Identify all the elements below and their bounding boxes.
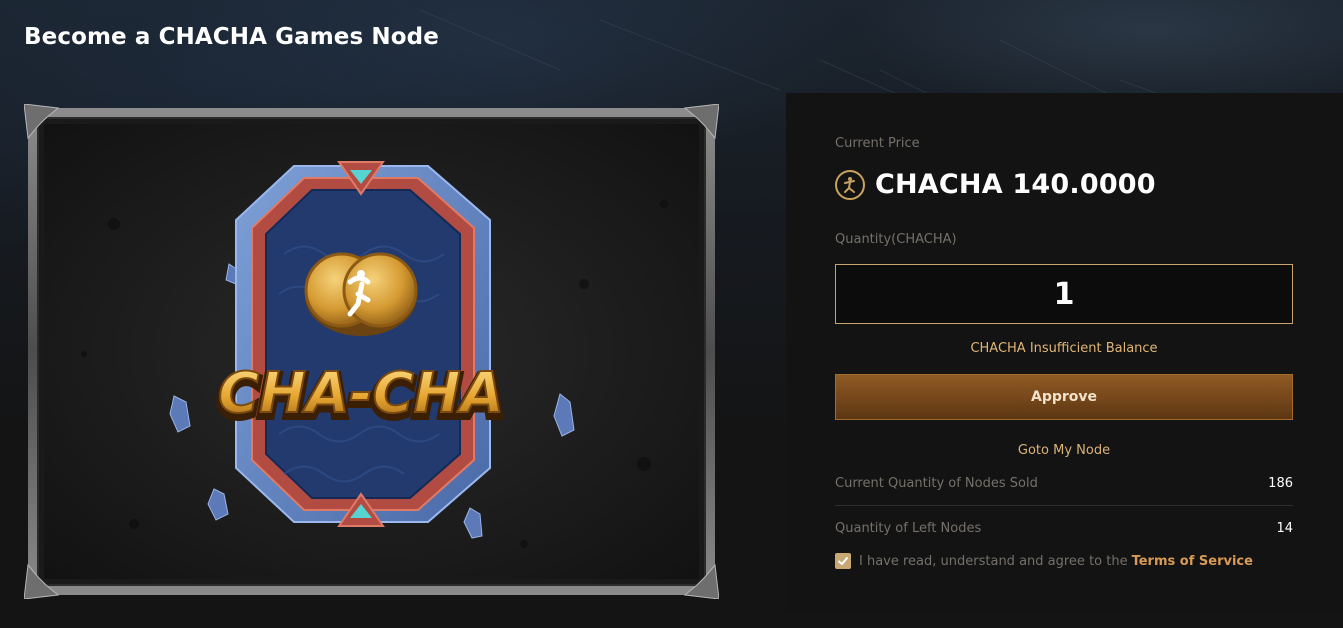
terms-of-service-link[interactable]: Terms of Service: [1132, 554, 1253, 569]
logo-text: CHA-CHA: [218, 361, 504, 426]
node-artwork: CHA-CHA CHA-CHA: [24, 104, 719, 599]
insufficient-balance-warning: CHACHA Insufficient Balance: [970, 341, 1158, 356]
quantity-input[interactable]: [836, 264, 1292, 324]
nodes-sold-label: Current Quantity of Nodes Sold: [835, 476, 1038, 491]
nodes-sold-row: Current Quantity of Nodes Sold 186: [835, 476, 1293, 491]
price-row: CHACHA 140.0000: [835, 169, 1156, 200]
nodes-left-value: 14: [1276, 521, 1293, 536]
quantity-field[interactable]: [835, 264, 1293, 324]
purchase-panel: Current Price CHACHA 140.0000 Quantity(C…: [786, 93, 1343, 613]
agree-checkbox[interactable]: [835, 553, 851, 569]
stats-divider: [835, 505, 1293, 506]
chacha-card-illustration: CHA-CHA CHA-CHA: [24, 104, 719, 599]
current-price: CHACHA 140.0000: [875, 169, 1156, 200]
chacha-coin-icon: [835, 169, 865, 200]
current-price-label: Current Price: [835, 136, 920, 151]
checkmark-icon: [838, 557, 848, 565]
goto-my-node-link[interactable]: Goto My Node: [835, 443, 1293, 458]
nodes-sold-value: 186: [1268, 476, 1293, 491]
page-title: Become a CHACHA Games Node: [24, 24, 439, 50]
quantity-label: Quantity(CHACHA): [835, 232, 957, 247]
terms-agreement: I have read, understand and agree to the…: [835, 553, 1253, 569]
nodes-left-row: Quantity of Left Nodes 14: [835, 521, 1293, 536]
agreement-text: I have read, understand and agree to the: [859, 553, 1128, 569]
nodes-left-label: Quantity of Left Nodes: [835, 521, 982, 536]
approve-button[interactable]: Approve: [835, 374, 1293, 420]
